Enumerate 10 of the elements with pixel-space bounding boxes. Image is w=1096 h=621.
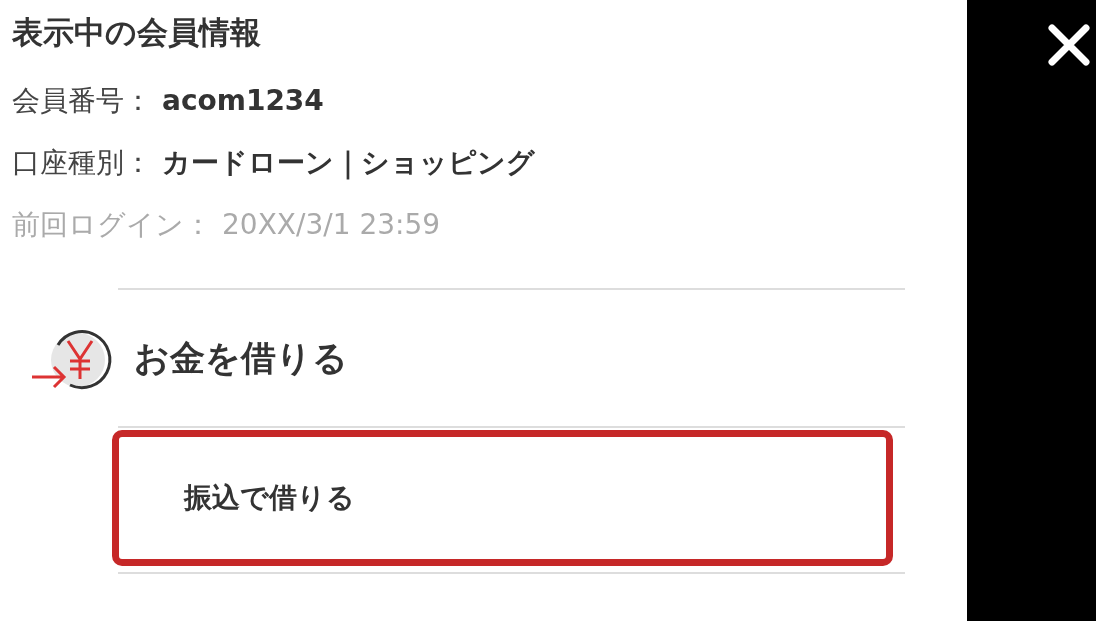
field-label: 口座種別： [12,145,152,181]
close-icon[interactable] [1046,22,1092,68]
field-label: 会員番号： [12,83,152,119]
last-login-label: 前回ログイン： [12,207,212,243]
field-value: カードローン｜ショッピング [162,145,535,182]
section-title: 表示中の会員情報 [12,13,262,52]
section-heading: お金を借りる [134,336,348,380]
last-login-value: 20XX/3/1 23:59 [222,207,441,243]
field-value: acom1234 [162,83,324,119]
menu-item[interactable]: 振込で借りる [112,430,893,566]
